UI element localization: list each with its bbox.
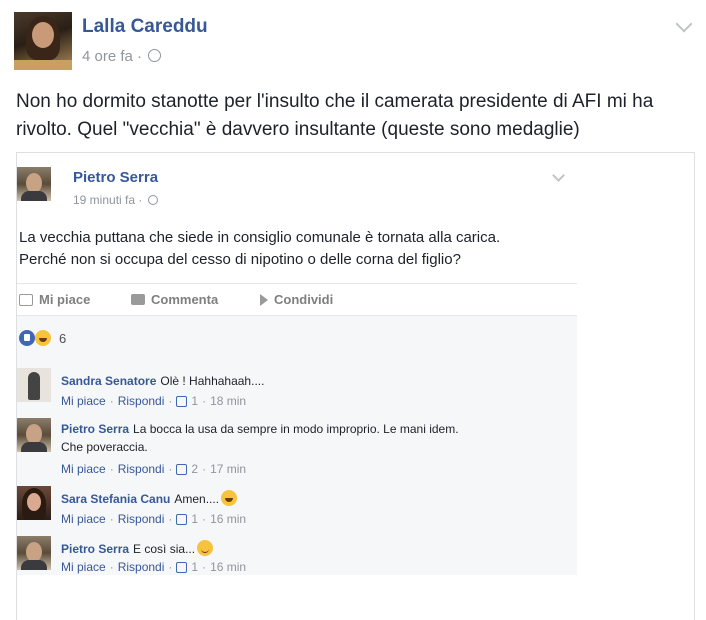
comment-body: Pietro Serra E così sia... [61,540,561,558]
comment-body: Sandra Senatore Olè ! Hahhahaah.... [61,372,561,390]
shared-text-line: La vecchia puttana che siede in consigli… [19,229,501,246]
comment-like-link: Mi piace [61,560,106,574]
comment-author: Pietro Serra [61,542,130,556]
comment-meta: Mi piace · Rispondi · 1 · 16 min [61,512,247,526]
comment-reply-link: Rispondi [117,462,165,476]
shared-text-line: Perché non si occupa del cesso di nipoti… [19,251,461,268]
comment-like-link: Mi piace [61,512,106,526]
globe-icon [147,195,158,205]
comment-author: Sara Stefania Canu [61,492,171,506]
comment-action: Commenta [131,292,218,307]
post-author-name[interactable]: Lalla Careddu [82,16,208,38]
comment-label: Commenta [151,292,219,307]
comment-like-link: Mi piace [61,462,106,476]
comment-like-count: 1 [191,394,199,408]
comment-time: 17 min [210,462,247,476]
like-label: Mi piace [39,292,91,307]
comment-like-count: 1 [191,560,199,574]
share-arrow-icon [260,293,268,306]
thumbs-up-icon [176,395,188,407]
share-label: Condividi [274,292,334,307]
shared-timestamp: 19 minuti fa [73,193,136,207]
comment-time: 18 min [210,394,247,408]
post-meta: 4 ore fa · [82,48,162,65]
comment-author: Sandra Senatore [61,374,157,388]
shared-post-meta: 19 minuti fa · [73,193,158,207]
comment-body: Pietro Serra La bocca la usa da sempre in… [61,420,561,456]
comment-icon [131,294,145,305]
comments-section: 6 Sandra Senatore Olè ! Hahhahaah.... Mi … [17,315,577,575]
pietro-avatar [17,167,51,201]
comment-reply-link: Rispondi [117,512,165,526]
comment-meta: Mi piace · Rispondi · 2 · 17 min [61,462,247,476]
share-action: Condividi [257,292,333,307]
pietro-avatar [17,418,51,452]
post-timestamp[interactable]: 4 ore fa [82,48,133,65]
comment-time: 16 min [210,560,247,574]
comment-text: Olè ! Hahhahaah.... [160,374,265,388]
shared-author-name: Pietro Serra [73,169,159,186]
chevron-down-icon[interactable] [675,15,693,33]
action-bar: Mi piace Commenta Condividi [17,283,577,313]
comment-reply-link: Rispondi [117,560,165,574]
comment-like-count: 1 [191,512,199,526]
comment-reply-link: Rispondi [117,394,165,408]
shared-image[interactable]: Pietro Serra 19 minuti fa · La vecchia p… [16,152,695,620]
meta-separator: · [137,48,143,65]
comment-text: La bocca la usa da sempre in modo improp… [133,422,459,436]
sara-avatar [17,486,51,520]
thumbs-up-icon [176,513,188,525]
like-action: Mi piace [19,292,90,307]
post-text: Non ho dormito stanotte per l'insulto ch… [16,91,654,140]
comment-text: E così sia... [133,542,196,556]
comment-meta: Mi piace · Rispondi · 1 · 18 min [61,394,247,408]
thumbs-up-icon [176,463,188,475]
post-header: Lalla Careddu 4 ore fa · [14,12,694,72]
shared-post-text: La vecchia puttana che siede in consigli… [19,227,569,271]
chevron-down-icon [552,169,565,182]
comment-like-link: Mi piace [61,394,106,408]
comment-like-count: 2 [191,462,199,476]
reactions-count: 6 [59,330,67,346]
globe-icon [148,49,162,62]
comment-text: Che poveraccia. [61,440,148,454]
comment-time: 16 min [210,512,247,526]
comment-meta: Mi piace · Rispondi · 1 · 16 min [61,560,247,574]
thumbs-up-icon [19,293,33,306]
shared-post-header: Pietro Serra 19 minuti fa · [17,165,577,213]
comment-text: Amen.... [174,492,220,506]
comment-body: Sara Stefania Canu Amen.... [61,490,561,508]
author-avatar[interactable] [14,12,72,70]
haha-reaction-icon [35,330,51,346]
sandra-avatar [17,368,51,402]
laughing-emoji-icon [221,490,238,506]
reactions-summary: 6 [19,330,66,346]
thumbs-up-icon [176,561,188,573]
pietro-avatar [17,536,51,570]
smile-emoji-icon [197,540,214,556]
shared-post: Pietro Serra 19 minuti fa · La vecchia p… [17,153,577,575]
meta-separator: · [138,193,143,207]
comment-author: Pietro Serra [61,422,130,436]
like-reaction-icon [19,330,35,346]
